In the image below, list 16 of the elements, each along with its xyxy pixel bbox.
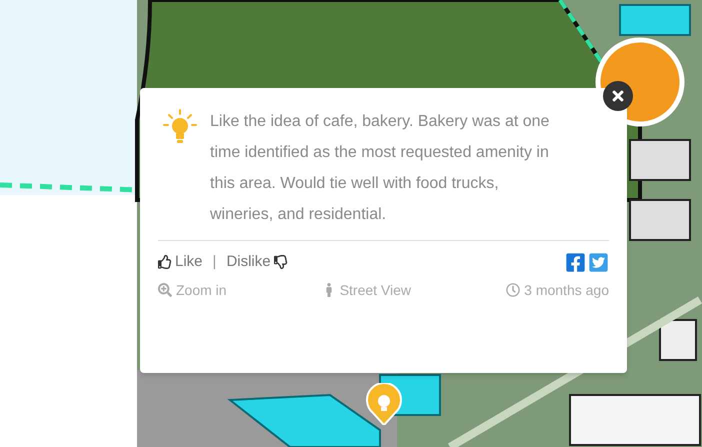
like-button[interactable]: Like [158,251,203,274]
twitter-icon[interactable] [588,252,609,273]
timestamp: 3 months ago [506,280,609,300]
thumbs-up-icon [158,255,172,270]
lightbulb-icon [162,109,198,145]
close-icon [610,88,626,104]
thumbs-down-icon [274,255,288,270]
zoom-in-link[interactable]: Zoom in [158,280,227,300]
zoom-in-icon [158,283,172,297]
clock-icon [506,283,520,297]
facebook-icon[interactable] [565,252,586,273]
separator: | [212,252,218,272]
dislike-button[interactable]: Dislike [226,251,288,274]
street-view-link[interactable]: Street View [322,280,412,300]
comment-text: Like the idea of cafe, bakery. Bakery was at one time identified as the most requested amenity in this area. Would tie well with food trucks, wineries, and residential. [210,112,550,225]
map-pin-icon[interactable] [365,383,403,425]
